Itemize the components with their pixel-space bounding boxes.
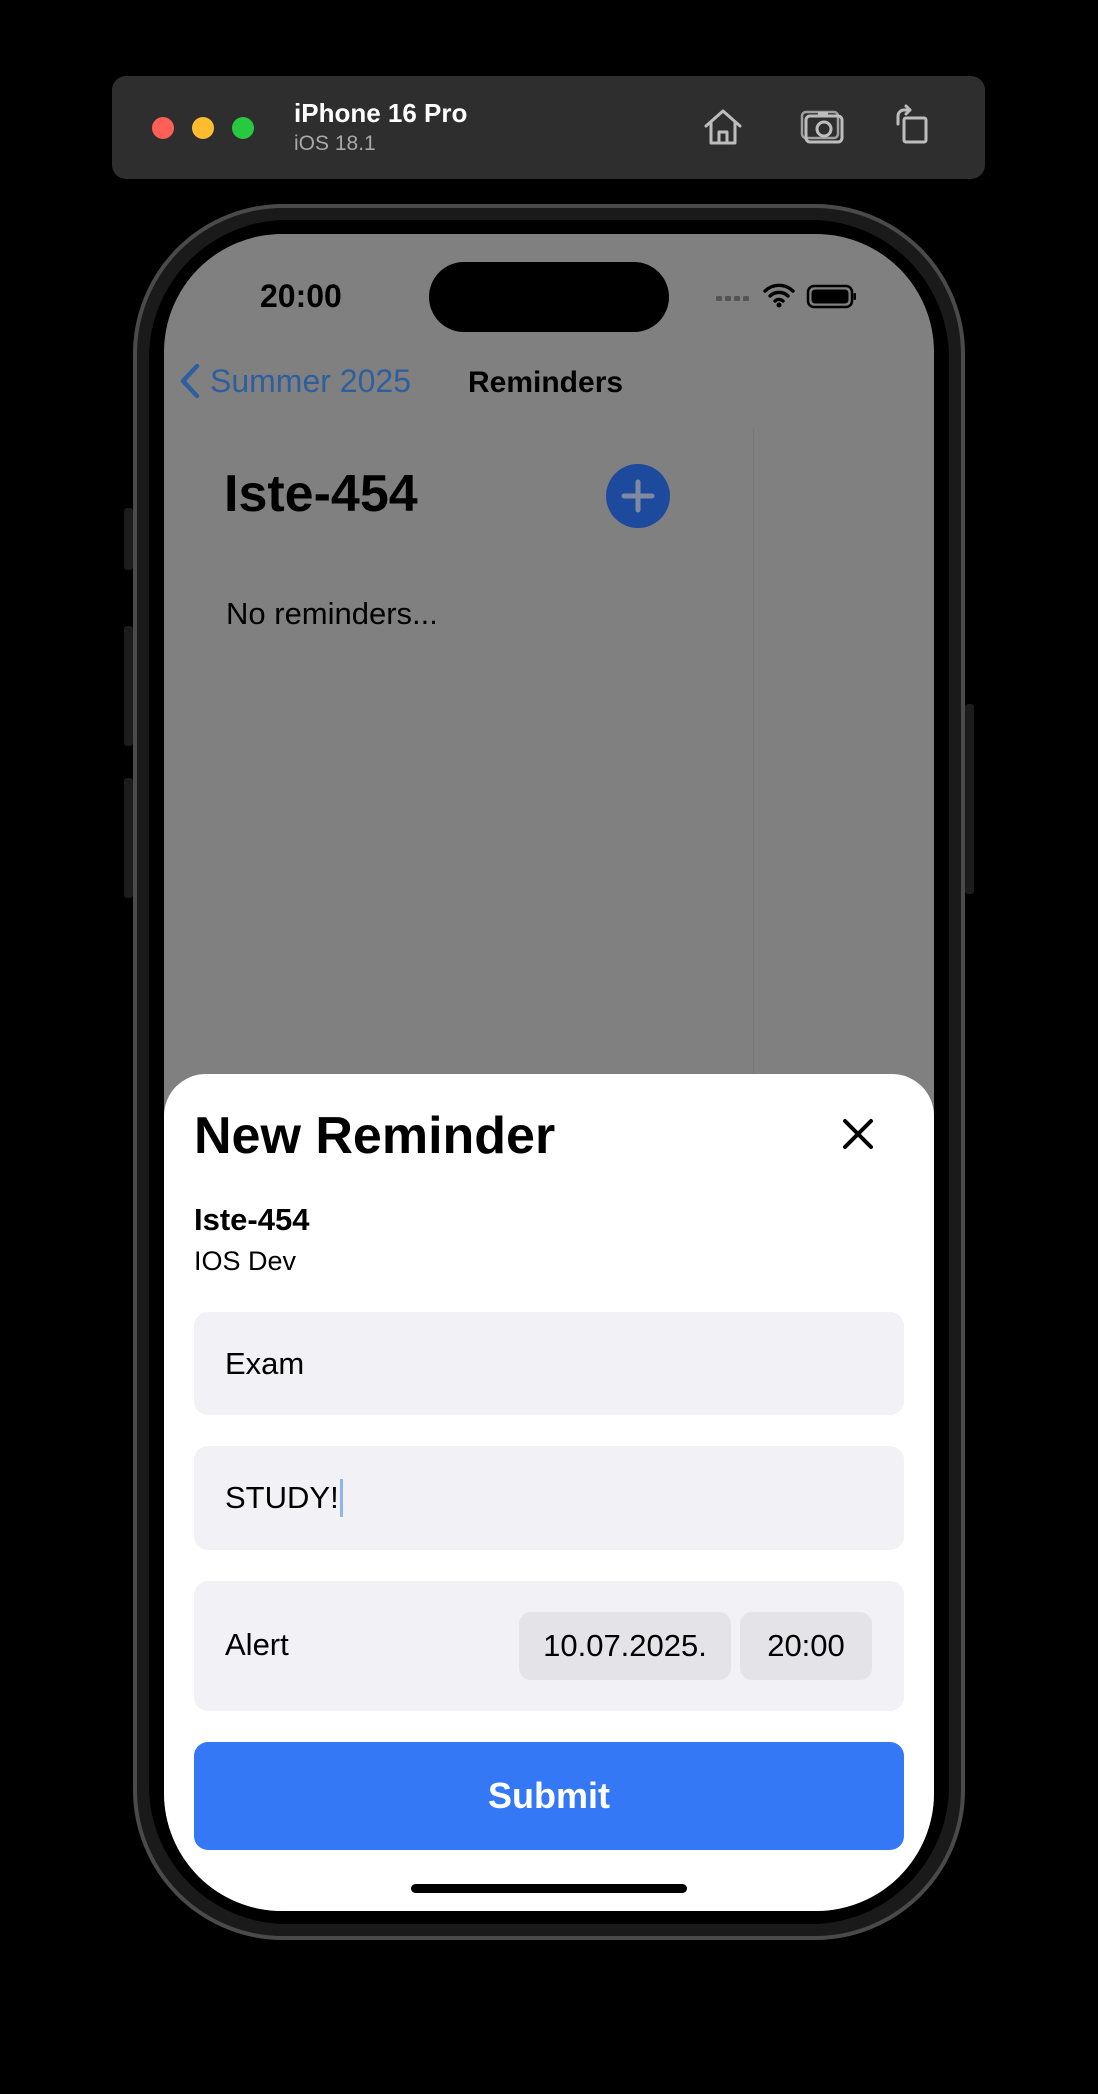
status-icons [716, 283, 856, 309]
alert-row: Alert 10.07.2025. 20:00 [194, 1581, 904, 1711]
text-cursor [339, 1479, 343, 1517]
plus-icon [621, 479, 655, 513]
zoom-window-button[interactable] [232, 117, 254, 139]
back-button[interactable]: Summer 2025 [178, 362, 411, 400]
empty-state-text: No reminders... [226, 596, 438, 631]
course-code: Iste-454 [194, 1202, 310, 1237]
reminder-notes-value: STUDY! [225, 1480, 339, 1515]
chevron-left-icon [180, 363, 200, 399]
reminder-title-field[interactable]: Exam [194, 1312, 904, 1415]
close-window-button[interactable] [152, 117, 174, 139]
back-button-label: Summer 2025 [210, 362, 411, 399]
alert-date-picker[interactable]: 10.07.2025. [519, 1612, 731, 1680]
screenshot-button[interactable] [798, 102, 848, 152]
os-version: iOS 18.1 [294, 132, 376, 155]
power-button [965, 704, 974, 894]
alert-time-picker[interactable]: 20:00 [740, 1612, 872, 1680]
volume-down-button [124, 778, 133, 898]
sheet-title: New Reminder [194, 1107, 556, 1165]
device-name: iPhone 16 Pro [294, 98, 468, 128]
phone-screen: 20:00 Summer 2025 Reminders Iste-454 No … [164, 234, 934, 1911]
new-reminder-sheet: New Reminder Iste-454 IOS Dev Exam STUDY… [164, 1074, 934, 1911]
dynamic-island [429, 262, 669, 332]
battery-icon [806, 284, 856, 309]
screenshot-icon [800, 110, 844, 144]
add-reminder-button[interactable] [606, 464, 670, 528]
rotate-button[interactable] [888, 102, 938, 152]
home-button[interactable] [698, 102, 748, 152]
wifi-icon [763, 283, 795, 303]
alert-label: Alert [225, 1627, 289, 1662]
cellular-icon [716, 296, 749, 301]
course-name: IOS Dev [194, 1246, 297, 1276]
home-indicator [411, 1884, 687, 1893]
minimize-window-button[interactable] [192, 117, 214, 139]
submit-button[interactable]: Submit [194, 1742, 904, 1850]
status-time: 20:00 [260, 278, 342, 314]
simulator-toolbar: iPhone 16 Pro iOS 18.1 [112, 76, 985, 179]
list-title: Iste-454 [224, 465, 418, 523]
close-button[interactable] [840, 1116, 876, 1152]
reminder-title-value: Exam [225, 1345, 305, 1381]
nav-title: Reminders [468, 366, 624, 399]
home-icon [704, 109, 742, 145]
reminder-notes-field[interactable]: STUDY! [194, 1446, 904, 1550]
action-button [124, 508, 133, 570]
volume-up-button [124, 626, 133, 746]
rotate-icon [896, 104, 928, 144]
close-icon [843, 1119, 873, 1149]
